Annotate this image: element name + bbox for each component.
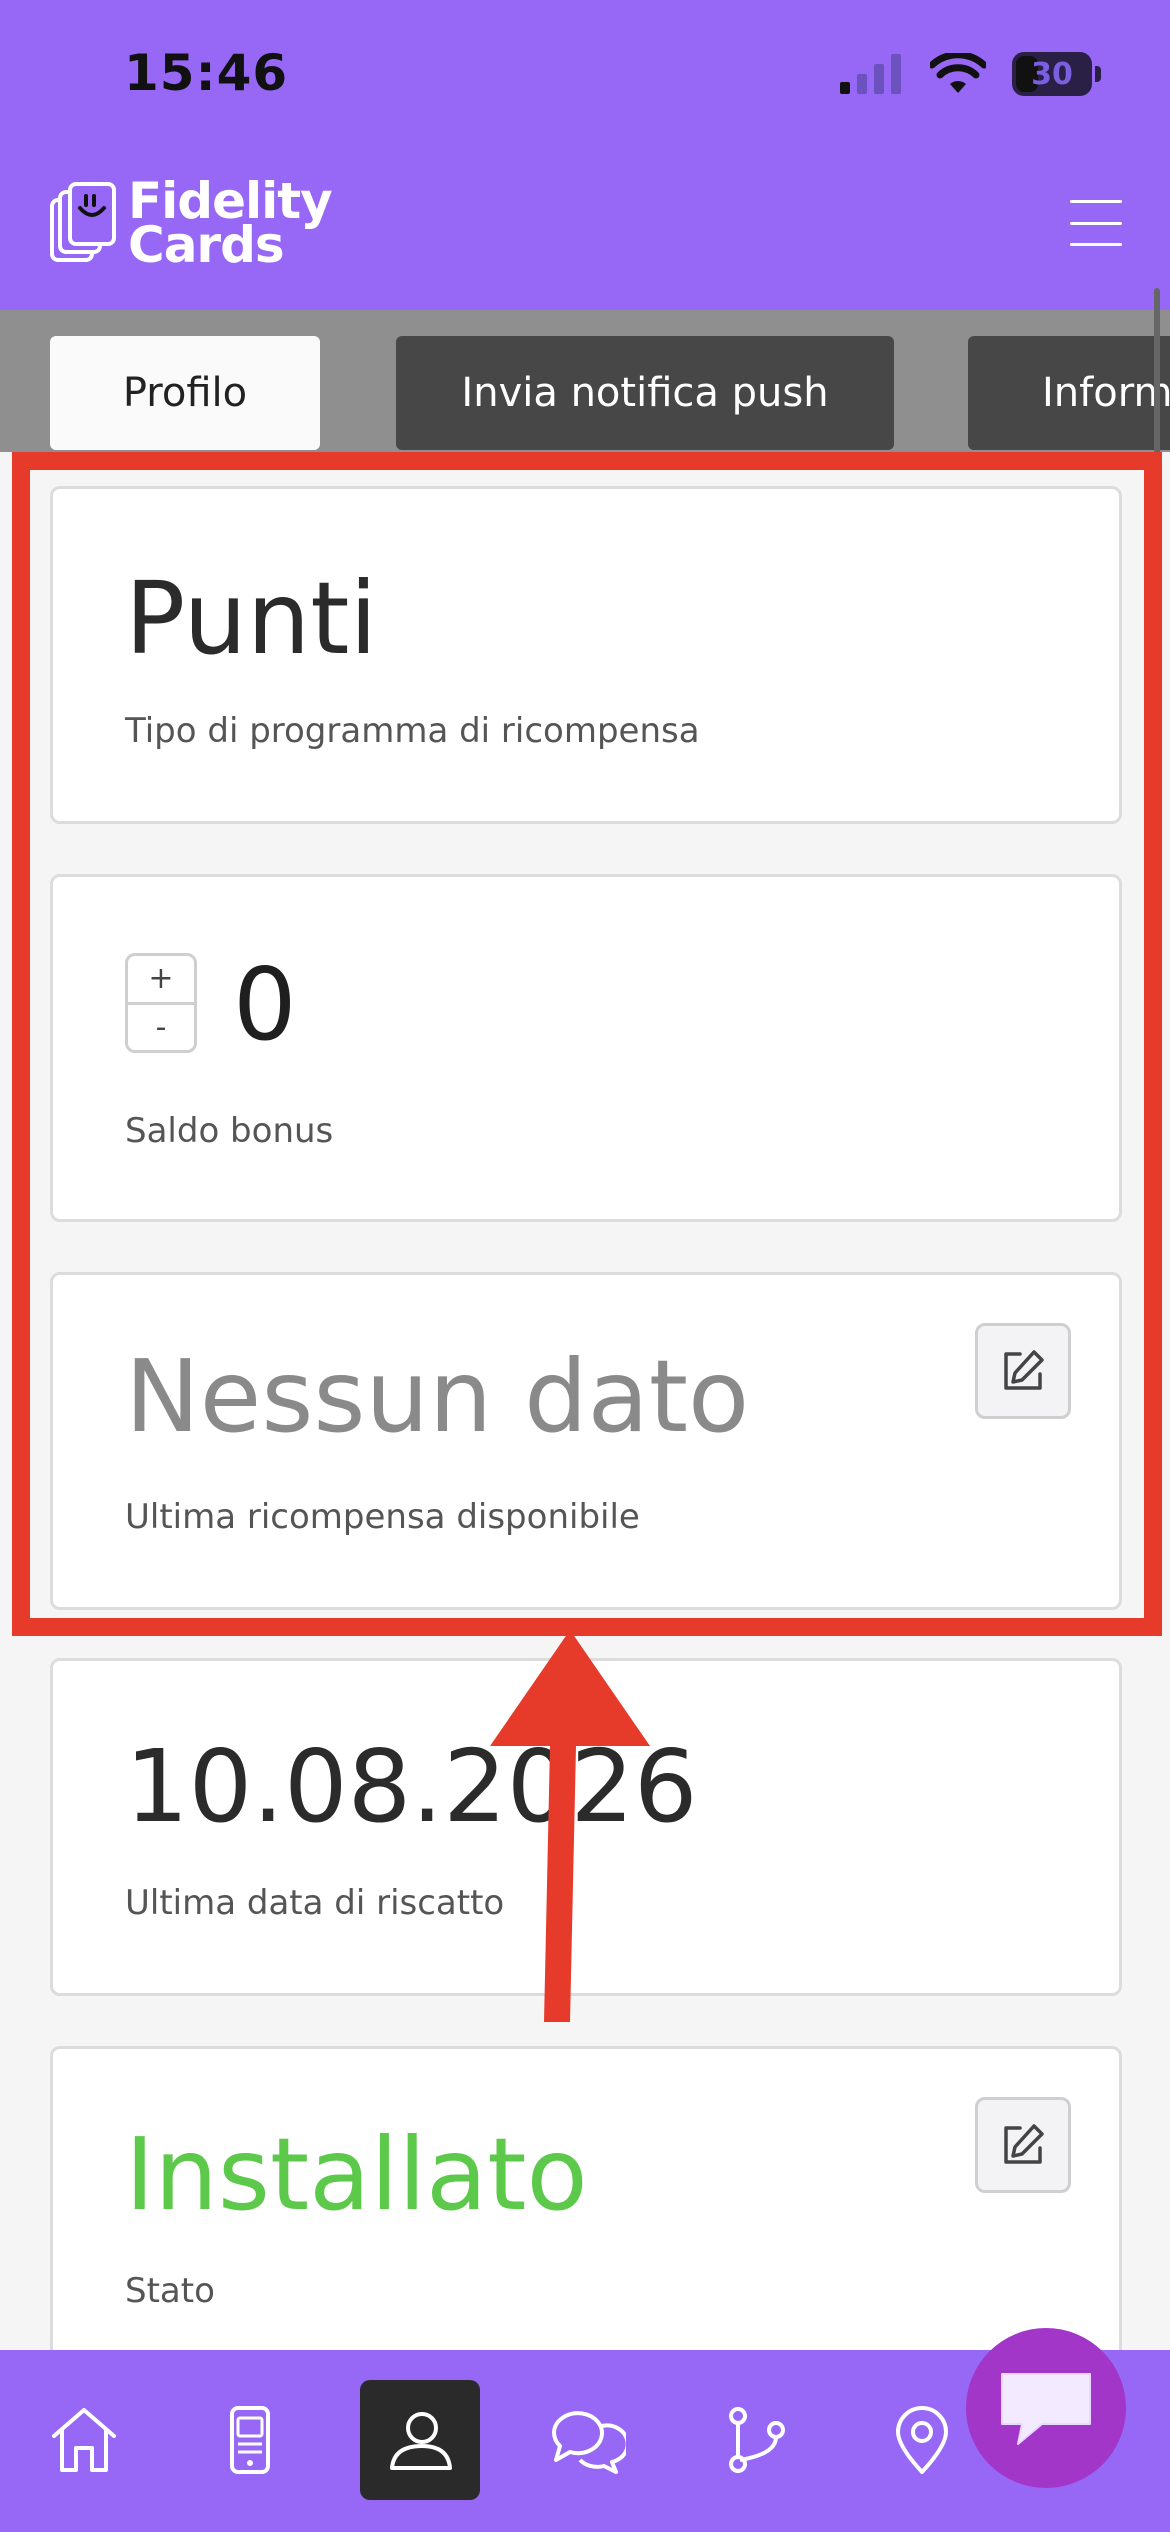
bonus-stepper[interactable]: + - bbox=[125, 953, 197, 1053]
nav-home[interactable] bbox=[24, 2380, 144, 2500]
home-icon bbox=[52, 2408, 116, 2472]
reward-type-card: Punti Tipo di programma di ricompensa bbox=[50, 486, 1122, 824]
edit-last-reward-button[interactable] bbox=[975, 1323, 1071, 1419]
nav-profile[interactable] bbox=[360, 2380, 480, 2500]
bonus-balance-value: 0 bbox=[233, 946, 297, 1063]
app-header: 15:46 30 Fidelity Cards bbox=[0, 0, 1170, 310]
battery-icon: 30 bbox=[1012, 52, 1101, 96]
status-value: Installato bbox=[125, 2116, 588, 2233]
chat-bubbles-icon bbox=[551, 2411, 626, 2474]
reward-type-label: Tipo di programma di ricompensa bbox=[125, 711, 700, 751]
edit-icon bbox=[1004, 2124, 1044, 2164]
mobile-card-icon bbox=[230, 2406, 270, 2474]
user-profile-icon bbox=[390, 2412, 452, 2470]
status-card: Installato Stato bbox=[50, 2046, 1122, 2386]
last-redeem-date-label: Ultima data di riscatto bbox=[125, 1883, 505, 1923]
edit-status-button[interactable] bbox=[975, 2097, 1071, 2193]
last-reward-value: Nessun dato bbox=[125, 1338, 750, 1455]
status-label: Stato bbox=[125, 2271, 215, 2311]
nav-messages[interactable] bbox=[526, 2380, 646, 2500]
tabs-bar: Profilo Invia notifica push Informa bbox=[0, 310, 1170, 452]
chat-button[interactable] bbox=[966, 2328, 1126, 2488]
tab-profilo[interactable]: Profilo bbox=[50, 336, 320, 450]
nav-flows[interactable] bbox=[696, 2380, 816, 2500]
status-time: 15:46 bbox=[124, 44, 289, 102]
last-reward-card: Nessun dato Ultima ricompensa disponibil… bbox=[50, 1272, 1122, 1610]
stepper-minus-button[interactable]: - bbox=[128, 1001, 194, 1051]
scrollbar[interactable] bbox=[1154, 288, 1160, 458]
reward-type-value: Punti bbox=[125, 560, 378, 677]
last-reward-label: Ultima ricompensa disponibile bbox=[125, 1497, 640, 1537]
logo-cards-icon bbox=[50, 182, 116, 262]
tab-informazioni[interactable]: Informa bbox=[968, 336, 1170, 450]
location-pin-icon bbox=[896, 2406, 948, 2474]
wifi-icon bbox=[930, 53, 986, 93]
last-redeem-date-card: 10.08.2026 Ultima data di riscatto bbox=[50, 1658, 1122, 1996]
edit-icon bbox=[1004, 1350, 1044, 1390]
tab-invia-notifica-push[interactable]: Invia notifica push bbox=[396, 336, 894, 450]
status-icons: 30 bbox=[840, 52, 1101, 96]
fidelity-cards-logo[interactable]: Fidelity Cards bbox=[48, 176, 333, 270]
cellular-signal-icon bbox=[840, 54, 901, 94]
bonus-balance-card: + - 0 Saldo bonus bbox=[50, 874, 1122, 1222]
stepper-plus-button[interactable]: + bbox=[128, 956, 194, 1002]
chat-bubble-icon bbox=[1001, 2373, 1091, 2445]
menu-hamburger-icon[interactable] bbox=[1070, 200, 1122, 246]
bonus-balance-label: Saldo bonus bbox=[125, 1111, 334, 1151]
nav-cards[interactable] bbox=[190, 2380, 310, 2500]
nav-locations[interactable] bbox=[862, 2380, 982, 2500]
last-redeem-date-value: 10.08.2026 bbox=[125, 1728, 698, 1845]
branches-icon bbox=[729, 2407, 785, 2473]
battery-level: 30 bbox=[1031, 56, 1073, 92]
